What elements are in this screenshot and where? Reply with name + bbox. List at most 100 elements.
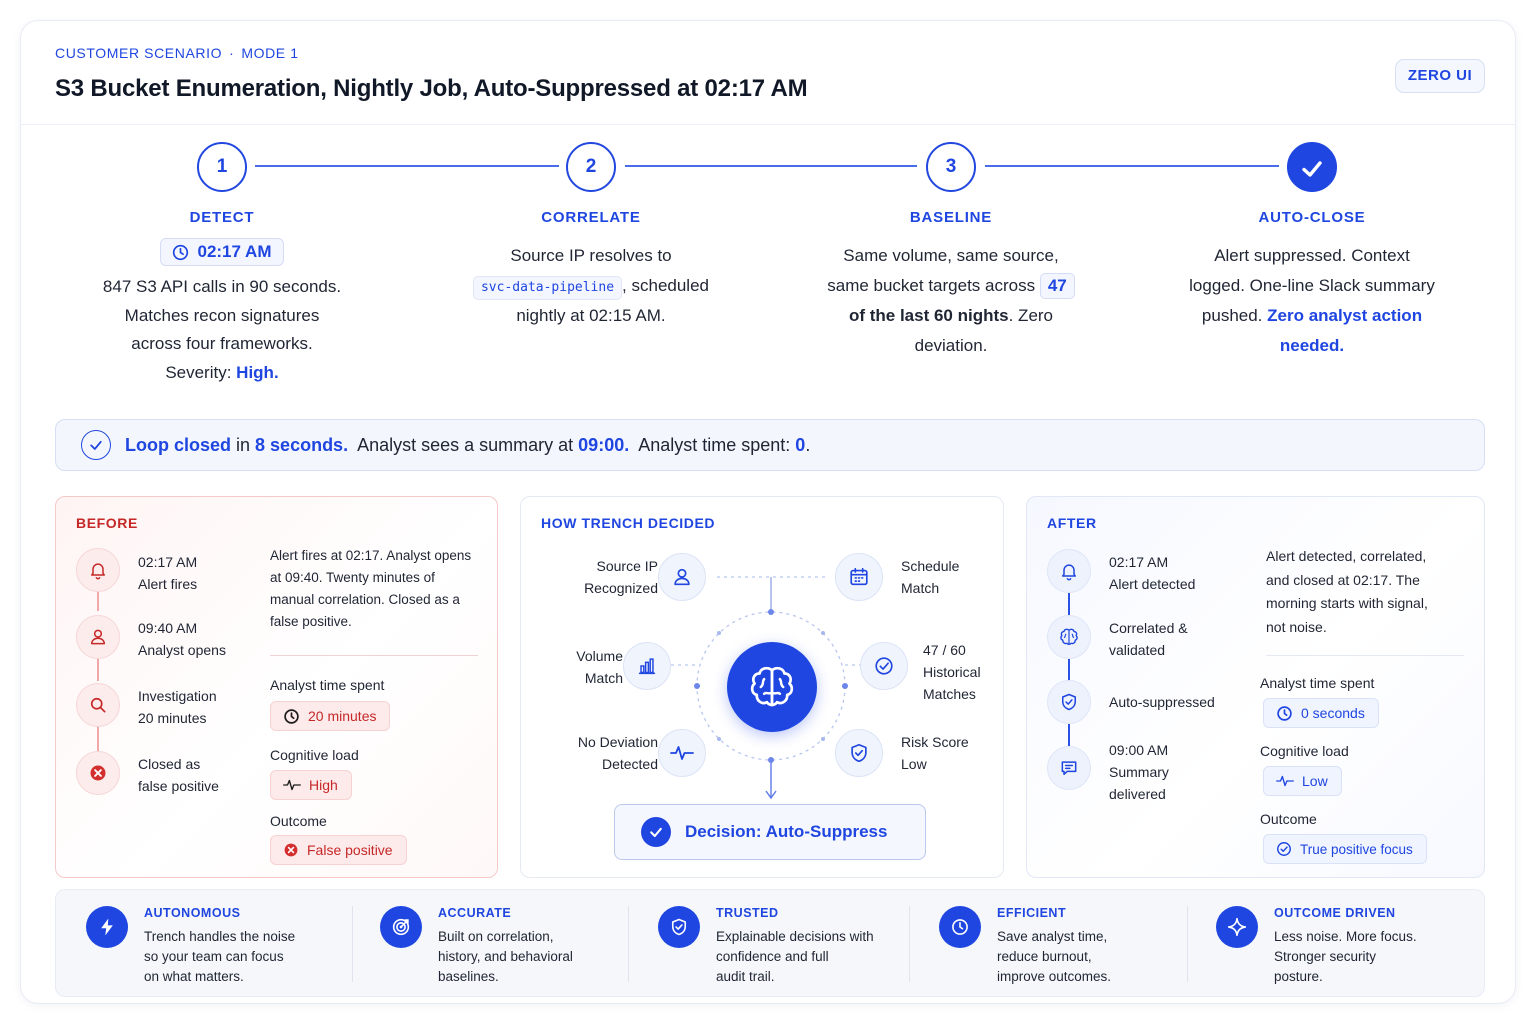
detect-time-badge: 02:17 AM (160, 238, 284, 266)
pillar-efficient: EFFICIENT Save analyst time, reduce burno… (909, 890, 1187, 998)
pillar-trusted: TRUSTED Explainable decisions with confid… (628, 890, 908, 998)
page-title: S3 Bucket Enumeration, Nightly Job, Auto… (55, 75, 808, 102)
before-timeline-item: 02:17 AM Alert fires (138, 554, 198, 592)
cognitive-load-badge: Low (1263, 766, 1342, 796)
pillar-title: EFFICIENT (997, 906, 1067, 920)
step-baseline: BASELINE Same volume, same source, same … (801, 209, 1101, 361)
pillar-text: Explainable decisions with confidence and… (716, 929, 874, 984)
autoclose-line-2: logged. One-line Slack summary (1189, 276, 1435, 295)
bell-icon (76, 548, 120, 592)
outcome-label: Outcome (270, 813, 327, 829)
calendar-icon[interactable] (835, 553, 883, 601)
pillar-accurate: ACCURATE Built on correlation, history, a… (350, 890, 628, 998)
pillar-title: ACCURATE (438, 906, 512, 920)
eyebrow-scenario: CUSTOMER SCENARIO (55, 45, 223, 61)
shield-check-icon[interactable] (835, 729, 883, 777)
decision-button[interactable]: Decision: Auto-Suppress (614, 804, 926, 860)
decision-label: Decision: Auto-Suppress (685, 822, 888, 841)
header: CUSTOMER SCENARIO · MODE 1 S3 Bucket Enume… (21, 21, 1515, 125)
analyst-time-value: 0 (795, 434, 806, 455)
cognitive-load-label: Cognitive load (1260, 743, 1349, 759)
time-spent-label: Analyst time spent (1260, 675, 1375, 691)
time-spent-label: Analyst time spent (270, 677, 385, 693)
time-spent-badge: 20 minutes (270, 701, 391, 731)
loop-duration: 8 seconds. (255, 434, 349, 455)
autoclose-line-4: needed. (1279, 336, 1345, 355)
pillar-text: Built on correlation, history, and behavi… (438, 929, 573, 984)
pulse-icon (1276, 775, 1294, 787)
baseline-line-3: of the last 60 nights. Zero (848, 306, 1054, 325)
checkmark-icon (1302, 161, 1322, 177)
historical-label: 47 / 60 Historical Matches (923, 642, 981, 702)
detect-line-2: Matches recon signatures (124, 305, 320, 325)
outcome-badge: False positive (270, 835, 407, 865)
user-icon (76, 615, 120, 659)
pillar-title: TRUSTED (716, 906, 779, 920)
no-deviation-label: No Deviation Detected (577, 734, 658, 772)
detect-severity: Severity: High. (165, 362, 279, 382)
clock-icon (173, 244, 189, 260)
after-description: Alert detected, correlated, and closed at… (1266, 548, 1428, 635)
after-title: AFTER (1047, 515, 1097, 531)
scenario-card: CUSTOMER SCENARIO · MODE 1 S3 Bucket Enume… (20, 20, 1516, 1004)
autoclose-line-3: pushed. Zero analyst action (1201, 306, 1423, 325)
step-3-circle[interactable]: 3 (926, 142, 976, 192)
clock-icon (1277, 705, 1292, 721)
pulse-icon[interactable] (658, 729, 706, 777)
after-timeline-item: 09:00 AM Summary delivered (1109, 742, 1169, 802)
before-timeline-item: Closed as false positive (138, 756, 219, 794)
lightning-icon (86, 906, 128, 948)
before-timeline-item: Investigation 20 minutes (138, 688, 217, 726)
step-detect: DETECT 02:17 AM 847 S3 API calls in 90 s… (72, 209, 372, 387)
correlate-line-2: svc-data-pipeline, scheduled (441, 271, 741, 301)
check-circle-icon (641, 817, 671, 847)
check-circle-icon[interactable] (860, 642, 908, 690)
step-1-circle[interactable]: 1 (197, 142, 247, 192)
x-circle-icon (76, 751, 120, 795)
message-icon (1047, 746, 1091, 790)
loop-closed-label: Loop closed (125, 434, 232, 455)
pillar-title: AUTONOMOUS (144, 906, 241, 920)
search-icon (76, 683, 120, 727)
before-panel: BEFORE 02:17 AM Alert fires 09:40 AM Analy… (55, 496, 498, 878)
divider (270, 655, 478, 656)
step-2-circle[interactable]: 2 (566, 142, 616, 192)
step-detect-label: DETECT (189, 209, 255, 226)
before-timeline-item: 09:40 AM Analyst opens (138, 620, 226, 658)
baseline-line-4: deviation. (914, 336, 988, 355)
check-circle-icon (81, 430, 111, 460)
correlate-line-1: Source IP resolves to (510, 246, 672, 265)
bell-icon (1047, 549, 1091, 593)
step-connector-1 (255, 165, 559, 167)
timeline-connector (1068, 724, 1070, 746)
step-connector-2 (625, 165, 917, 167)
shield-check-icon (1047, 680, 1091, 724)
how-trench-decided-panel: HOW TRENCH DECIDED Source IP Recognized S (520, 496, 1004, 878)
zero-ui-badge[interactable]: ZERO UI (1395, 59, 1485, 93)
step-auto-close: AUTO-CLOSE Alert suppressed. Context log… (1162, 209, 1462, 361)
pillar-autonomous: AUTONOMOUS Trench handles the noise so yo… (56, 890, 352, 998)
timeline-connector (1068, 593, 1070, 615)
detect-line-1: 847 S3 API calls in 90 seconds. (102, 277, 342, 296)
check-circle-icon (1277, 842, 1291, 856)
bar-chart-icon[interactable] (623, 642, 671, 690)
pillar-text: Save analyst time, reduce burnout, improve… (997, 929, 1112, 984)
step-4-check-circle[interactable] (1287, 142, 1337, 192)
brain-icon (1047, 615, 1091, 659)
brain-icon[interactable] (727, 642, 817, 732)
eyebrow-separator: · (229, 45, 235, 61)
after-timeline-item: Correlated & validated (1109, 620, 1188, 658)
user-icon[interactable] (658, 553, 706, 601)
pillar-title: OUTCOME DRIVEN (1274, 906, 1396, 920)
time-spent-badge: 0 seconds (1263, 698, 1379, 728)
cognitive-load-badge: High (270, 770, 352, 800)
outcome-badge: True positive focus (1263, 834, 1427, 864)
target-icon (380, 906, 422, 948)
baseline-count: 47 (1039, 273, 1075, 299)
step-correlate-label: CORRELATE (541, 209, 641, 226)
step-baseline-label: BASELINE (909, 209, 993, 226)
after-panel: AFTER 02:17 AM Alert detected Correlated … (1026, 496, 1485, 878)
eyebrow: CUSTOMER SCENARIO · MODE 1 (55, 45, 299, 61)
pulse-icon (283, 779, 301, 791)
pillar-outcome-driven: OUTCOME DRIVEN Less noise. More focus. St… (1186, 890, 1484, 998)
